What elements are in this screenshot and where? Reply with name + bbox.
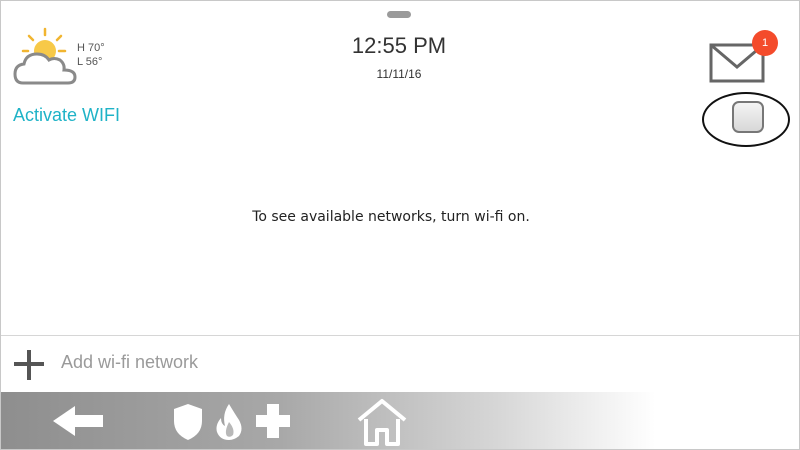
home-icon xyxy=(357,399,407,446)
divider xyxy=(1,335,799,336)
activate-wifi-label[interactable]: Activate WIFI xyxy=(13,105,120,126)
partly-cloudy-icon xyxy=(13,27,77,85)
plus-icon xyxy=(14,350,44,380)
clock-time: 12:55 PM xyxy=(351,33,447,58)
security-button[interactable] xyxy=(171,392,205,449)
bottom-nav-bar xyxy=(1,392,799,449)
fire-button[interactable] xyxy=(213,392,245,449)
back-button[interactable] xyxy=(51,392,107,449)
add-wifi-network-label: Add wi-fi network xyxy=(61,352,199,372)
medical-button[interactable] xyxy=(255,392,291,449)
temp-high: H 70° xyxy=(77,42,105,54)
wifi-toggle-checkbox[interactable] xyxy=(732,101,764,133)
home-button[interactable] xyxy=(356,392,408,449)
temp-low: L 56° xyxy=(77,56,103,68)
add-wifi-network-button[interactable]: Add wi-fi network xyxy=(1,339,799,391)
back-arrow-icon xyxy=(53,406,103,436)
weather-widget[interactable]: H 70° L 56° xyxy=(13,27,123,91)
message-count-badge: 1 xyxy=(752,30,778,56)
medical-cross-icon xyxy=(256,404,290,438)
clock-date: 11/11/16 xyxy=(376,67,422,81)
screen: H 70° L 56° 12:55 PM 11/11/16 1 Activate… xyxy=(0,0,800,450)
pull-down-handle[interactable] xyxy=(387,11,411,18)
shield-icon xyxy=(174,404,202,440)
wifi-off-message: To see available networks, turn wi-fi on… xyxy=(252,209,530,225)
fire-icon xyxy=(216,404,242,440)
